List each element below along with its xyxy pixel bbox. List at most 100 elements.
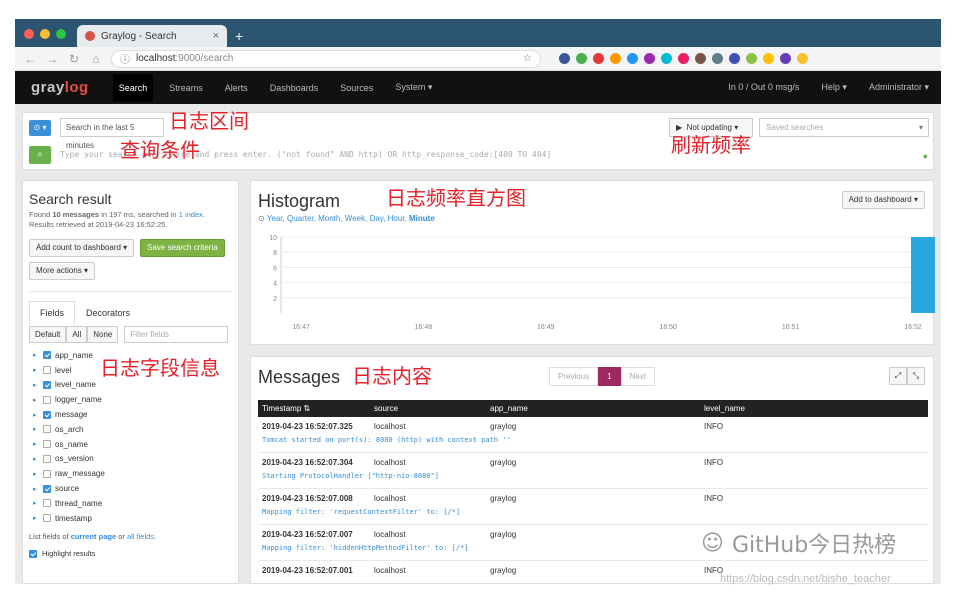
expand-caret-icon[interactable]: ▸ (33, 425, 39, 433)
current-page-link[interactable]: current page (71, 532, 116, 541)
nav-sources[interactable]: Sources (340, 83, 373, 93)
nav-system[interactable]: System ▾ (395, 82, 432, 93)
expand-caret-icon[interactable]: ▸ (33, 499, 39, 507)
previous-page-button[interactable]: Previous (549, 367, 599, 386)
expand-caret-icon[interactable]: ▸ (33, 381, 39, 389)
resolution-month[interactable]: Month (318, 214, 340, 223)
collapse-icon[interactable]: ⤡ (907, 367, 925, 385)
graylog-logo[interactable]: graylog (31, 79, 89, 96)
table-row[interactable]: 2019-04-23 16:52:07.008 localhost graylog I… (258, 489, 928, 525)
field-item[interactable]: ▸ os_name (33, 437, 105, 452)
profile-avatar-icon[interactable] (780, 53, 791, 64)
nav-search[interactable]: Search (112, 73, 154, 102)
extension-icon[interactable] (678, 53, 689, 64)
saved-searches-select[interactable]: Saved searches ▾ (759, 118, 929, 137)
expand-caret-icon[interactable]: ▸ (33, 514, 39, 522)
user-menu[interactable]: Administrator ▾ (869, 82, 929, 93)
extension-icon[interactable] (661, 53, 672, 64)
field-item[interactable]: ▸ level (33, 363, 105, 378)
bookmark-star-icon[interactable]: ☆ (523, 53, 532, 64)
field-item[interactable]: ▸ os_version (33, 452, 105, 467)
add-to-dashboard-button[interactable]: Add to dashboard ▾ (841, 191, 925, 209)
tab-fields[interactable]: Fields (29, 301, 76, 325)
search-button[interactable]: ⌕ (29, 146, 51, 164)
query-help-icon[interactable]: ● (923, 151, 928, 161)
nav-streams[interactable]: Streams (169, 83, 203, 93)
expand-caret-icon[interactable]: ▸ (33, 396, 39, 404)
expand-caret-icon[interactable]: ▸ (33, 366, 39, 374)
resolution-day[interactable]: Day (370, 214, 384, 223)
field-item[interactable]: ▸ timestamp (33, 511, 105, 526)
throughput-indicator[interactable]: In 0 / Out 0 msg/s (728, 82, 799, 93)
extension-icon[interactable] (593, 53, 604, 64)
expand-icon[interactable]: ⤢ (889, 367, 907, 385)
tab-close-icon[interactable]: × (213, 30, 219, 42)
resolution-year[interactable]: Year (267, 214, 283, 223)
all-fields-link[interactable]: all fields (127, 532, 154, 541)
field-checkbox[interactable] (43, 514, 51, 523)
field-item[interactable]: ▸ message (33, 407, 105, 422)
field-checkbox[interactable] (43, 380, 51, 389)
table-row[interactable]: 2019-04-23 16:52:07.304 localhost graylog I… (258, 453, 928, 489)
field-item[interactable]: ▸ app_name (33, 348, 105, 363)
field-item[interactable]: ▸ source (33, 481, 105, 496)
nav-dashboards[interactable]: Dashboards (270, 83, 319, 93)
reload-icon[interactable]: ↻ (67, 52, 81, 66)
none-fields-button[interactable]: None (87, 326, 119, 343)
tab-decorators[interactable]: Decorators (75, 301, 141, 325)
page-1-button[interactable]: 1 (598, 367, 621, 386)
field-checkbox[interactable] (43, 410, 51, 419)
table-row[interactable]: 2019-04-23 16:52:07.325 localhost graylog I… (258, 417, 928, 453)
extension-icon[interactable] (729, 53, 740, 64)
column-timestamp[interactable]: Timestamp ⇅ (258, 404, 374, 413)
back-icon[interactable]: ← (23, 52, 37, 66)
extension-icon[interactable] (746, 53, 757, 64)
field-checkbox[interactable] (43, 366, 51, 375)
field-item[interactable]: ▸ raw_message (33, 466, 105, 481)
forward-icon[interactable]: → (45, 52, 59, 66)
extension-icon[interactable] (610, 53, 621, 64)
expand-caret-icon[interactable]: ▸ (33, 440, 39, 448)
field-item[interactable]: ▸ level_name (33, 378, 105, 393)
time-range-type-select[interactable]: ⊙ ▾ (29, 120, 51, 136)
help-menu[interactable]: Help ▾ (821, 82, 847, 93)
profile-avatar-icon[interactable] (797, 53, 808, 64)
expand-caret-icon[interactable]: ▸ (33, 411, 39, 419)
field-item[interactable]: ▸ thread_name (33, 496, 105, 511)
nav-alerts[interactable]: Alerts (225, 83, 248, 93)
maximize-window-button[interactable] (56, 29, 66, 39)
field-checkbox[interactable] (43, 440, 51, 449)
extension-icon[interactable] (695, 53, 706, 64)
expand-caret-icon[interactable]: ▸ (33, 351, 39, 359)
info-icon[interactable]: ⓘ (120, 51, 130, 66)
resolution-quarter[interactable]: Quarter (287, 214, 314, 223)
field-checkbox[interactable] (43, 395, 51, 404)
field-checkbox[interactable] (43, 351, 51, 360)
home-icon[interactable]: ⌂ (89, 52, 103, 66)
next-page-button[interactable]: Next (620, 367, 656, 386)
more-actions-button[interactable]: More actions ▾ (29, 262, 96, 280)
close-window-button[interactable] (24, 29, 34, 39)
new-tab-button[interactable]: + (235, 28, 243, 44)
minimize-window-button[interactable] (40, 29, 50, 39)
column-level-name[interactable]: level_name (704, 404, 904, 413)
field-item[interactable]: ▸ logger_name (33, 392, 105, 407)
field-checkbox[interactable] (43, 425, 51, 434)
highlight-results-checkbox[interactable] (29, 549, 37, 558)
index-link[interactable]: 1 index (179, 210, 203, 219)
browser-tab[interactable]: Graylog - Search × (77, 25, 227, 47)
extension-icon[interactable] (559, 53, 570, 64)
resolution-hour[interactable]: Hour (388, 214, 405, 223)
extension-icon[interactable] (763, 53, 774, 64)
column-source[interactable]: source (374, 404, 490, 413)
field-item[interactable]: ▸ os_arch (33, 422, 105, 437)
add-count-to-dashboard-button[interactable]: Add count to dashboard ▾ (29, 239, 135, 257)
expand-caret-icon[interactable]: ▸ (33, 455, 39, 463)
extension-icon[interactable] (644, 53, 655, 64)
time-range-select[interactable]: Search in the last 5 minutes (60, 118, 164, 150)
save-search-criteria-button[interactable]: Save search criteria (140, 239, 225, 257)
default-fields-button[interactable]: Default (29, 326, 67, 343)
resolution-week[interactable]: Week (345, 214, 365, 223)
all-fields-button[interactable]: All (66, 326, 88, 343)
extension-icon[interactable] (576, 53, 587, 64)
